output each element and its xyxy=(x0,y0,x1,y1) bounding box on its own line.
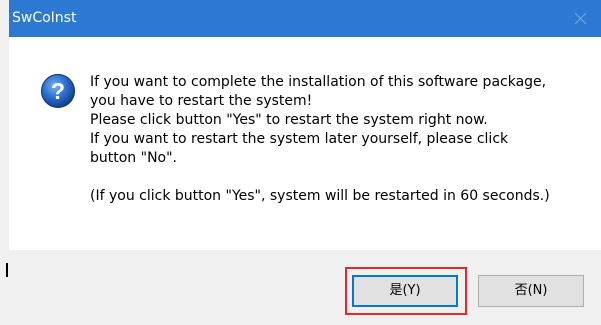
close-button[interactable] xyxy=(561,0,601,37)
close-icon xyxy=(574,12,587,25)
dialog-message: If you want to complete the installation… xyxy=(90,73,590,206)
message-spacer xyxy=(90,168,590,187)
edge-mark xyxy=(6,263,8,277)
restart-dialog: SwCoInst ? If you want to complete the i… xyxy=(0,0,601,325)
message-line: button "No". xyxy=(90,150,177,166)
message-line: If you want to restart the system later … xyxy=(90,131,509,147)
message-line: you have to restart the system! xyxy=(90,93,313,109)
message-line: Please click button "Yes" to restart the… xyxy=(90,112,488,128)
yes-button[interactable]: 是(Y) xyxy=(352,275,458,307)
message-line: If you want to complete the installation… xyxy=(90,74,547,90)
question-icon: ? xyxy=(41,74,75,108)
title-bar[interactable]: SwCoInst xyxy=(9,0,601,37)
svg-text:?: ? xyxy=(51,78,65,104)
window-title: SwCoInst xyxy=(12,10,77,26)
message-note: (If you click button "Yes", system will … xyxy=(90,188,550,204)
no-button[interactable]: 否(N) xyxy=(478,275,584,307)
